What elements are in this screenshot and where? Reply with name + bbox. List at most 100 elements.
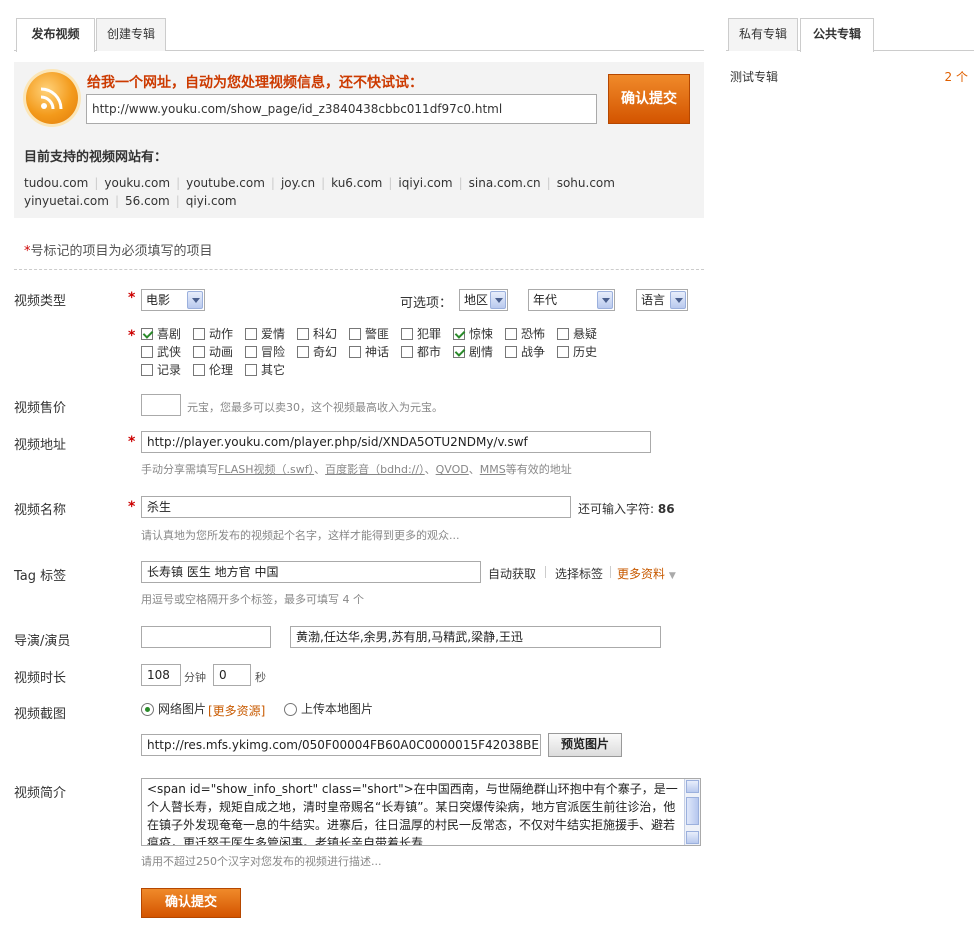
web-image-radio[interactable]: 网络图片 [141, 702, 206, 716]
genre-checkbox[interactable]: 动作 [193, 327, 233, 341]
auto-fetch-tags-link[interactable]: 自动获取 [488, 565, 536, 582]
genre-checkbox[interactable]: 都市 [401, 345, 441, 359]
mms-link[interactable]: MMS [480, 463, 506, 476]
tab-public-albums[interactable]: 公共专辑 [800, 18, 874, 52]
video-address-input[interactable]: http://player.youku.com/player.php/sid/X… [141, 431, 651, 453]
remaining-count: 86 [657, 502, 675, 516]
textarea-scrollbar[interactable] [684, 779, 700, 845]
caret-down-icon: ▼ [668, 571, 676, 581]
album-item[interactable]: 测试专辑 2 个 [730, 68, 968, 85]
genre-checkbox[interactable]: 神话 [349, 345, 389, 359]
checkbox-checked-icon [141, 328, 153, 340]
tab-private-albums[interactable]: 私有专辑 [728, 18, 798, 51]
scroll-up-icon[interactable] [686, 780, 699, 793]
genre-label: 恐怖 [521, 327, 546, 341]
genre-label: 爱情 [261, 327, 286, 341]
language-select[interactable]: 语言 [636, 289, 688, 311]
duration-seconds-input[interactable]: 0 [213, 664, 251, 686]
genre-label: 喜剧 [157, 327, 182, 341]
price-input[interactable] [141, 394, 181, 416]
genre-checkbox[interactable]: 喜剧 [141, 327, 181, 341]
checkbox-empty-icon [141, 346, 153, 358]
select-tags-link[interactable]: 选择标签 [555, 565, 603, 582]
album-name[interactable]: 测试专辑 [730, 70, 778, 84]
duration-minutes-input[interactable]: 108 [141, 664, 181, 686]
right-tabbar: 私有专辑 公共专辑 [726, 18, 974, 52]
genre-checkbox[interactable]: 科幻 [297, 327, 337, 341]
genre-checkbox[interactable]: 动画 [193, 345, 233, 359]
album-count: 2 个 [944, 70, 968, 84]
genre-label: 动画 [209, 345, 234, 359]
genre-checkbox[interactable]: 爱情 [245, 327, 285, 341]
site-item: tudou.com [24, 176, 89, 190]
genre-checkbox[interactable]: 悬疑 [557, 327, 597, 341]
checkbox-checked-icon [453, 328, 465, 340]
screenshot-label: 视频截图 [14, 707, 67, 722]
genre-checkbox[interactable]: 剧情 [453, 345, 493, 359]
genre-label: 科幻 [313, 327, 338, 341]
address-hint: 手动分享需填写FLASH视频（.swf）、百度影音（bdhd://）、QVOD、… [141, 463, 572, 476]
chevron-down-icon [597, 291, 613, 309]
form-submit-button[interactable]: 确认提交 [141, 888, 241, 918]
more-resources-link[interactable]: [更多资源] [208, 702, 265, 719]
preview-image-button[interactable]: 预览图片 [548, 733, 622, 757]
local-image-radio[interactable]: 上传本地图片 [284, 702, 373, 716]
divider [610, 566, 611, 578]
genre-checkbox[interactable]: 记录 [141, 363, 181, 377]
tag-input[interactable]: 长寿镇 医生 地方官 中国 [141, 561, 481, 583]
genre-label: 悬疑 [573, 327, 598, 341]
genre-checkbox[interactable]: 恐怖 [505, 327, 545, 341]
site-item: joy.cn [280, 176, 316, 190]
video-name-input[interactable]: 杀生 [141, 496, 571, 518]
site-item: youku.com [104, 176, 171, 190]
screenshot-url-input[interactable]: http://res.mfs.ykimg.com/050F00004FB60A0… [141, 734, 541, 756]
qvod-link[interactable]: QVOD [436, 463, 469, 476]
flash-link[interactable]: FLASH视频（.swf） [218, 463, 314, 476]
region-select[interactable]: 地区 [459, 289, 508, 311]
year-select[interactable]: 年代 [528, 289, 615, 311]
tab-create-album[interactable]: 创建专辑 [96, 18, 166, 51]
minutes-unit: 分钟 [184, 671, 206, 684]
video-page-url-input[interactable]: http://www.youku.com/show_page/id_z38404… [86, 94, 597, 124]
required-note: *号标记的项目为必须填写的项目 [24, 244, 213, 259]
scroll-thumb[interactable] [686, 797, 699, 825]
genre-checkbox[interactable]: 犯罪 [401, 327, 441, 341]
genre-checkbox[interactable]: 战争 [505, 345, 545, 359]
baidu-link[interactable]: 百度影音（bdhd://） [325, 463, 425, 476]
address-label: 视频地址 [14, 438, 67, 453]
tab-publish-video[interactable]: 发布视频 [16, 18, 95, 52]
checkbox-empty-icon [245, 364, 257, 376]
supported-sites-list: tudou.com | youku.com | youtube.com | joy.cn | k… [24, 176, 615, 208]
tag-label: Tag 标签 [14, 569, 67, 584]
director-input[interactable] [141, 626, 271, 648]
checkbox-empty-icon [297, 346, 309, 358]
genre-checkbox[interactable]: 奇幻 [297, 345, 337, 359]
site-item: 56.com [125, 194, 170, 208]
actors-input[interactable]: 黄渤,任达华,余男,苏有朋,马精武,梁静,王迅 [290, 626, 661, 648]
video-type-select[interactable]: 电影 [141, 289, 205, 311]
genre-label: 伦理 [209, 363, 234, 377]
more-info-link[interactable]: 更多资料 ▼ [617, 565, 676, 582]
genre-checkbox[interactable]: 其它 [245, 363, 285, 377]
video-type-label: 视频类型 [14, 294, 67, 309]
genre-checkbox[interactable]: 武侠 [141, 345, 181, 359]
checkbox-empty-icon [141, 364, 153, 376]
scroll-down-icon[interactable] [686, 831, 699, 844]
price-hint: 元宝，您最多可以卖30，这个视频最高收入为元宝。 [187, 401, 443, 414]
checkbox-empty-icon [193, 328, 205, 340]
intro-textarea[interactable]: <span id="show_info_short" class="short"… [141, 778, 701, 846]
site-item: qiyi.com [185, 194, 237, 208]
genre-checkbox[interactable]: 伦理 [193, 363, 233, 377]
director-actors-label: 导演/演员 [14, 634, 71, 649]
radio-selected-icon [141, 703, 154, 716]
genre-checkbox[interactable]: 历史 [557, 345, 597, 359]
left-tabbar: 发布视频 创建专辑 [14, 18, 704, 52]
url-submit-button[interactable]: 确认提交 [608, 74, 690, 124]
checkbox-empty-icon [193, 346, 205, 358]
checkbox-empty-icon [557, 328, 569, 340]
site-item: youtube.com [186, 176, 265, 190]
price-label: 视频售价 [14, 401, 67, 416]
genre-checkbox[interactable]: 警匪 [349, 327, 389, 341]
genre-checkbox[interactable]: 冒险 [245, 345, 285, 359]
genre-checkbox[interactable]: 惊悚 [453, 327, 493, 341]
